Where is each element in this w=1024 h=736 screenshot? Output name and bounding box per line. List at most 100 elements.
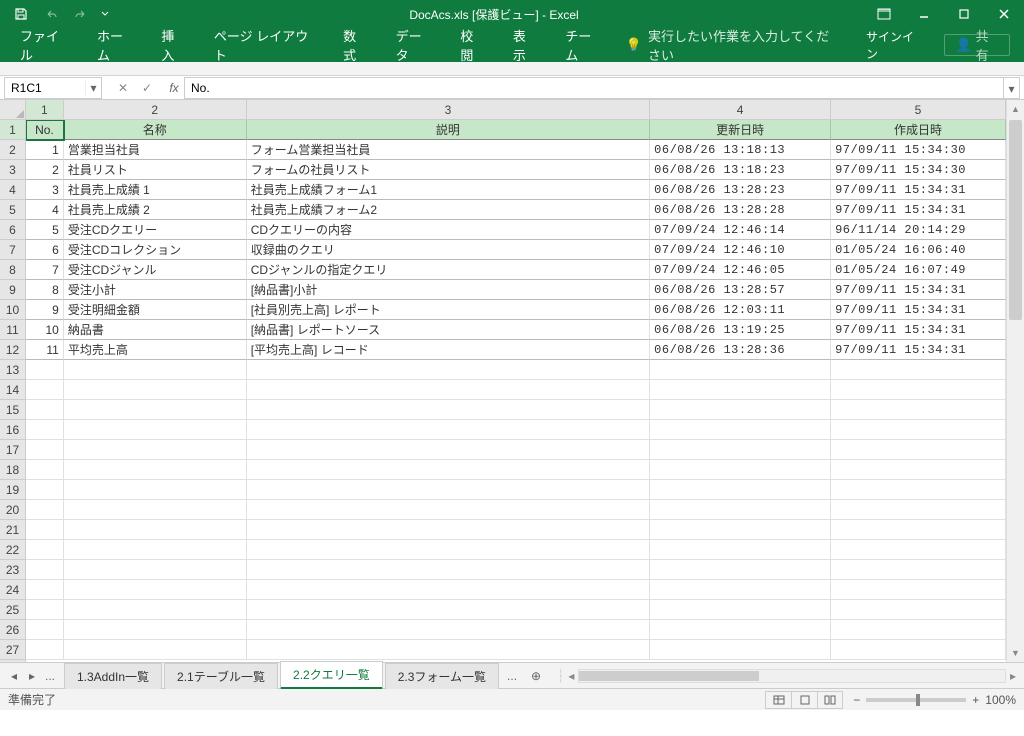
cell[interactable] <box>26 480 64 500</box>
cell[interactable] <box>831 440 1006 460</box>
cell[interactable]: 97/09/11 15:34:30 <box>831 160 1006 180</box>
tab-view[interactable]: 表示 <box>499 28 552 62</box>
cell[interactable] <box>64 580 247 600</box>
cell[interactable] <box>26 620 64 640</box>
row-header[interactable]: 2 <box>0 140 25 160</box>
signin-link[interactable]: サインイン <box>852 28 937 62</box>
cell[interactable]: 6 <box>26 240 64 260</box>
cell[interactable] <box>831 640 1006 660</box>
cell[interactable]: 97/09/11 15:34:30 <box>831 140 1006 160</box>
cell[interactable]: 社員リスト <box>64 160 247 180</box>
row-header[interactable]: 21 <box>0 520 25 540</box>
zoom-level-label[interactable]: 100% <box>985 693 1016 707</box>
row-header[interactable]: 27 <box>0 640 25 660</box>
cell[interactable]: CDクエリーの内容 <box>247 220 650 240</box>
row-header[interactable]: 6 <box>0 220 25 240</box>
cell[interactable]: 07/09/24 12:46:10 <box>650 240 831 260</box>
tab-formulas[interactable]: 数式 <box>329 28 382 62</box>
cell[interactable] <box>831 380 1006 400</box>
cell[interactable] <box>64 620 247 640</box>
cell[interactable]: 97/09/11 15:34:31 <box>831 300 1006 320</box>
cell[interactable] <box>831 400 1006 420</box>
cell[interactable]: 社員売上成績 1 <box>64 180 247 200</box>
cell[interactable] <box>650 560 831 580</box>
row-header[interactable]: 26 <box>0 620 25 640</box>
cell[interactable] <box>650 380 831 400</box>
cell[interactable] <box>64 480 247 500</box>
cell[interactable] <box>26 380 64 400</box>
normal-view-button[interactable] <box>765 691 791 709</box>
cell[interactable]: 納品書 <box>64 320 247 340</box>
cell[interactable]: フォーム営業担当社員 <box>247 140 650 160</box>
close-button[interactable] <box>984 0 1024 28</box>
scroll-up-icon[interactable]: ▲ <box>1007 100 1024 118</box>
cell[interactable] <box>64 640 247 660</box>
cell[interactable]: 06/08/26 13:28:28 <box>650 200 831 220</box>
name-box[interactable]: ▾ <box>4 77 102 99</box>
cell[interactable]: 96/11/14 20:14:29 <box>831 220 1006 240</box>
cell[interactable]: 01/05/24 16:07:49 <box>831 260 1006 280</box>
tab-data[interactable]: データ <box>382 28 447 62</box>
row-header[interactable]: 25 <box>0 600 25 620</box>
sheet-tab[interactable]: 2.1テーブル一覧 <box>164 663 278 689</box>
cell[interactable] <box>650 360 831 380</box>
cell[interactable] <box>650 480 831 500</box>
zoom-out-button[interactable]: − <box>853 693 860 707</box>
cell[interactable]: 97/09/11 15:34:31 <box>831 320 1006 340</box>
cell[interactable] <box>831 600 1006 620</box>
tab-home[interactable]: ホーム <box>83 28 147 62</box>
cell[interactable]: 9 <box>26 300 64 320</box>
cell[interactable]: 97/09/11 15:34:31 <box>831 280 1006 300</box>
cell[interactable]: [平均売上高] レコード <box>247 340 650 360</box>
row-header[interactable]: 3 <box>0 160 25 180</box>
row-header[interactable]: 4 <box>0 180 25 200</box>
cell[interactable] <box>831 580 1006 600</box>
row-header[interactable]: 17 <box>0 440 25 460</box>
row-header[interactable]: 7 <box>0 240 25 260</box>
name-box-input[interactable] <box>5 81 85 95</box>
cell[interactable]: 7 <box>26 260 64 280</box>
cell[interactable]: 社員売上成績フォーム1 <box>247 180 650 200</box>
column-title[interactable]: 作成日時 <box>831 120 1006 140</box>
cell[interactable]: 01/05/24 16:06:40 <box>831 240 1006 260</box>
cell[interactable] <box>247 480 650 500</box>
cell[interactable] <box>64 440 247 460</box>
cell[interactable] <box>247 540 650 560</box>
row-header[interactable]: 22 <box>0 540 25 560</box>
cell[interactable] <box>26 500 64 520</box>
cell[interactable]: 06/08/26 13:28:23 <box>650 180 831 200</box>
cell[interactable]: 2 <box>26 160 64 180</box>
tab-insert[interactable]: 挿入 <box>147 28 200 62</box>
cancel-formula-button[interactable]: ✕ <box>112 81 134 95</box>
horizontal-scrollbar[interactable] <box>578 669 1006 683</box>
column-title[interactable]: 更新日時 <box>650 120 831 140</box>
cell[interactable] <box>26 600 64 620</box>
page-layout-view-button[interactable] <box>791 691 817 709</box>
column-header[interactable]: 3 <box>247 100 651 119</box>
cell[interactable]: 06/08/26 13:18:13 <box>650 140 831 160</box>
share-button[interactable]: 👤 共有 <box>944 34 1010 56</box>
cells-area[interactable]: No.名称説明更新日時作成日時1営業担当社員フォーム営業担当社員06/08/26… <box>26 120 1006 662</box>
cell[interactable] <box>650 640 831 660</box>
cell[interactable] <box>64 360 247 380</box>
maximize-button[interactable] <box>944 0 984 28</box>
minimize-button[interactable] <box>904 0 944 28</box>
row-header[interactable]: 18 <box>0 460 25 480</box>
cell[interactable]: フォームの社員リスト <box>247 160 650 180</box>
cell[interactable] <box>831 560 1006 580</box>
cell[interactable] <box>64 560 247 580</box>
row-header[interactable]: 16 <box>0 420 25 440</box>
cell[interactable] <box>650 460 831 480</box>
cell[interactable] <box>650 440 831 460</box>
cell[interactable] <box>650 520 831 540</box>
cell[interactable] <box>26 460 64 480</box>
cell[interactable]: [納品書] レポートソース <box>247 320 650 340</box>
cell[interactable]: 97/09/11 15:34:31 <box>831 180 1006 200</box>
row-header[interactable]: 9 <box>0 280 25 300</box>
ribbon-display-options-button[interactable] <box>868 3 900 25</box>
row-header[interactable]: 5 <box>0 200 25 220</box>
cell[interactable] <box>247 580 650 600</box>
cell[interactable] <box>831 420 1006 440</box>
row-header[interactable]: 1 <box>0 120 25 140</box>
cell[interactable] <box>831 500 1006 520</box>
